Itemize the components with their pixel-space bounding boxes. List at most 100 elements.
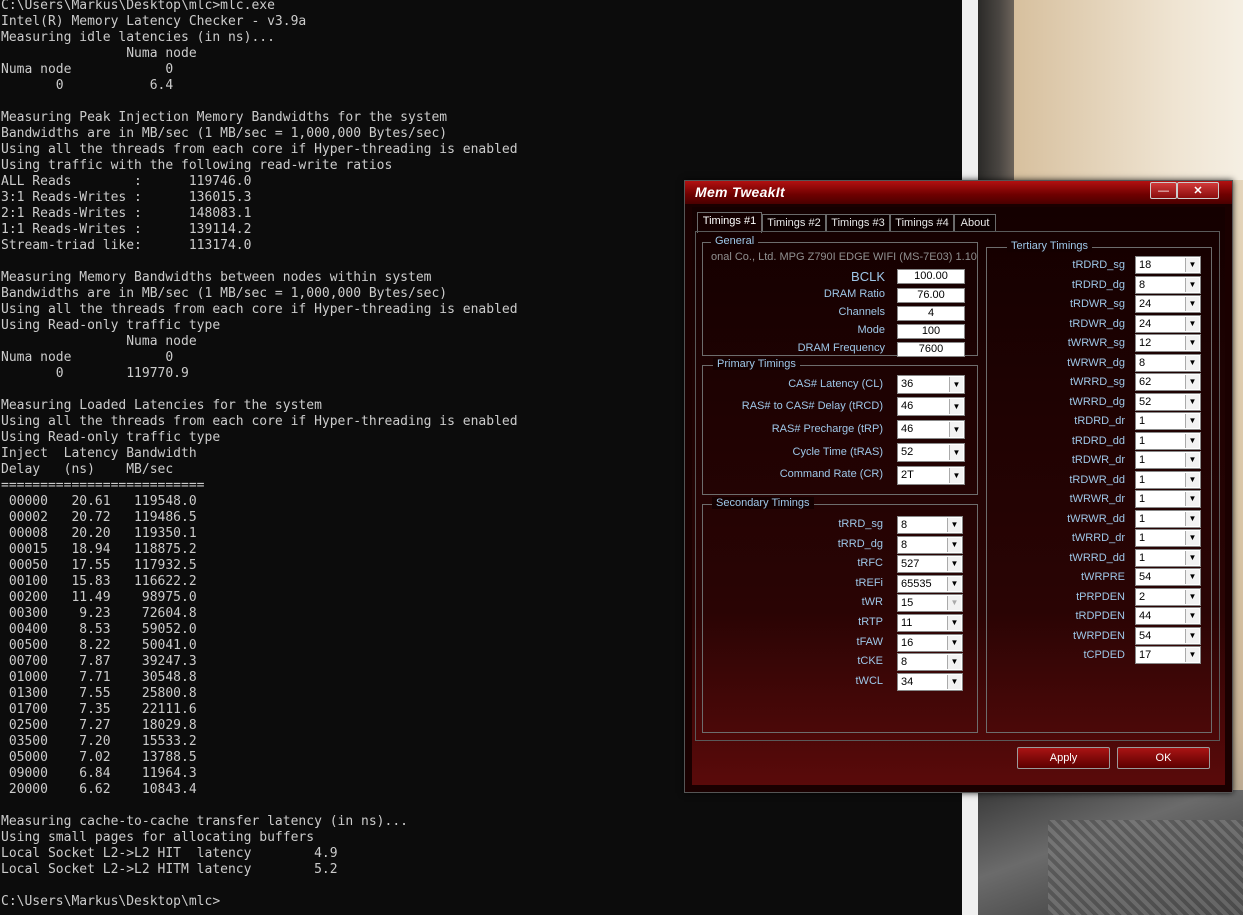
bclk-field[interactable]: 100.00 [897,269,965,284]
tertiary-title: Tertiary Timings [1007,240,1093,252]
ok-button[interactable]: OK [1117,747,1210,769]
twrrd-dr-value: 1 [1139,532,1146,544]
trdrd-dr-select[interactable]: 1 ▼ [1135,412,1201,430]
trtp-label: tRTP [858,616,883,628]
wallpaper-rug [1048,820,1243,915]
tras-select[interactable]: 52 ▼ [897,443,965,462]
twrwr-sg-label: tWRWR_sg [1067,337,1125,349]
tcke-select[interactable]: 8 ▼ [897,653,963,672]
twrrd-dg-select[interactable]: 52 ▼ [1135,392,1201,411]
primary-title: Primary Timings [713,358,800,370]
cas-latency-label: CAS# Latency (CL) [788,378,883,390]
twcl-value: 34 [901,675,914,688]
tcpded-select[interactable]: 17 ▼ [1135,646,1201,664]
trrd-sg-select[interactable]: 8 ▼ [897,516,963,534]
tab-timings-3[interactable]: Timings #3 [826,214,890,232]
command-rate-select[interactable]: 2T ▼ [897,466,965,485]
tfaw-value: 16 [901,636,914,649]
chevron-down-icon: ▼ [1185,355,1199,370]
trtp-select[interactable]: 11 ▼ [897,614,963,632]
trcd-select[interactable]: 46 ▼ [897,397,965,416]
tab-timings-4[interactable]: Timings #4 [890,214,954,232]
close-button[interactable]: ✕ [1177,182,1219,199]
trdrd-sg-select[interactable]: 18 ▼ [1135,256,1201,274]
twr-select[interactable]: 15 ▼ [897,594,963,613]
dram-frequency-field[interactable]: 7600 [897,342,965,357]
chevron-down-icon: ▼ [1185,433,1199,448]
tcke-value: 8 [901,656,908,669]
twrwr-dd-select[interactable]: 1 ▼ [1135,509,1201,528]
chevron-down-icon: ▼ [947,576,961,591]
mode-label: Mode [857,324,885,336]
cas-latency-value: 36 [901,378,914,390]
trcd-value: 46 [901,400,914,412]
twrwr-dr-select[interactable]: 1 ▼ [1135,490,1201,508]
chevron-down-icon: ▼ [1185,648,1199,662]
twrrd-dg-label: tWRRD_dg [1069,395,1125,408]
cas-latency-select[interactable]: 36 ▼ [897,375,965,394]
trdwr-sg-select[interactable]: 24 ▼ [1135,295,1201,313]
chevron-down-icon: ▼ [1185,472,1199,487]
chevron-down-icon: ▼ [947,655,961,670]
twrrd-sg-label: tWRRD_sg [1069,376,1125,388]
channels-field[interactable]: 4 [897,306,965,321]
twrwr-dd-label: tWRWR_dd [1067,512,1125,525]
chevron-down-icon: ▼ [947,537,961,552]
trdrd-dg-select[interactable]: 8 ▼ [1135,275,1201,294]
tab-timings-2[interactable]: Timings #2 [762,214,826,232]
tab-about[interactable]: About [954,214,996,232]
twrwr-dg-select[interactable]: 8 ▼ [1135,353,1201,372]
trdrd-dd-select[interactable]: 1 ▼ [1135,431,1201,450]
tras-label: Cycle Time (tRAS) [792,446,883,458]
twrrd-dr-select[interactable]: 1 ▼ [1135,529,1201,547]
trfc-select[interactable]: 527 ▼ [897,555,963,574]
twcl-select[interactable]: 34 ▼ [897,672,963,691]
chevron-down-icon: ▼ [949,422,963,437]
trdpden-select[interactable]: 44 ▼ [1135,607,1201,625]
chevron-down-icon: ▼ [947,674,961,689]
chevron-down-icon: ▼ [949,399,963,414]
trdwr-dr-select[interactable]: 1 ▼ [1135,451,1201,469]
wallpaper-wall [1014,0,1243,180]
twrwr-sg-value: 12 [1139,337,1152,349]
trfc-label: tRFC [857,557,883,570]
memtweakit-window[interactable]: Mem TweakIt — ✕ Timings #1 Timings #2 Ti… [684,180,1233,793]
trdwr-dd-select[interactable]: 1 ▼ [1135,470,1201,489]
trrd-sg-value: 8 [901,519,908,531]
twrrd-sg-select[interactable]: 62 ▼ [1135,373,1201,391]
chevron-down-icon: ▼ [1185,394,1199,409]
console-output: C:\Users\Markus\Desktop\mlc>mlc.exe Inte… [1,0,518,909]
motherboard-name: onal Co., Ltd. MPG Z790I EDGE WIFI (MS-7… [711,251,977,263]
minimize-icon: — [1158,185,1169,197]
command-rate-value: 2T [901,469,914,481]
twrwr-sg-select[interactable]: 12 ▼ [1135,334,1201,352]
chevron-down-icon: ▼ [947,518,961,532]
twrrd-dd-select[interactable]: 1 ▼ [1135,548,1201,567]
trdwr-dr-label: tRDWR_dr [1071,454,1125,466]
trtp-value: 11 [901,617,913,629]
trp-select[interactable]: 46 ▼ [897,420,965,439]
trdwr-dg-select[interactable]: 24 ▼ [1135,314,1201,333]
tfaw-select[interactable]: 16 ▼ [897,633,963,652]
title-bar[interactable]: Mem TweakIt — ✕ [685,181,1232,204]
trdrd-sg-label: tRDRD_sg [1072,259,1125,271]
minimize-button[interactable]: — [1150,182,1177,199]
trdwr-dg-label: tRDWR_dg [1069,317,1125,330]
twrpre-select[interactable]: 54 ▼ [1135,568,1201,586]
trrd-dg-value: 8 [901,538,908,551]
trdrd-dr-label: tRDRD_dr [1074,415,1125,427]
dram-ratio-field[interactable]: 76.00 [897,288,965,303]
mode-field[interactable]: 100 [897,324,965,339]
trrd-dg-select[interactable]: 8 ▼ [897,535,963,554]
chevron-down-icon: ▼ [1185,609,1199,623]
apply-button[interactable]: Apply [1017,747,1110,769]
dram-frequency-label: DRAM Frequency [797,342,885,354]
twrrd-sg-value: 62 [1139,376,1152,388]
dram-ratio-label: DRAM Ratio [823,288,885,300]
trefi-select[interactable]: 65535 ▼ [897,574,963,593]
twrwr-dr-value: 1 [1139,493,1146,505]
tprpden-select[interactable]: 2 ▼ [1135,587,1201,606]
trdrd-dd-value: 1 [1139,434,1146,447]
twrpden-select[interactable]: 54 ▼ [1135,626,1201,645]
tab-timings-1[interactable]: Timings #1 [697,212,762,233]
